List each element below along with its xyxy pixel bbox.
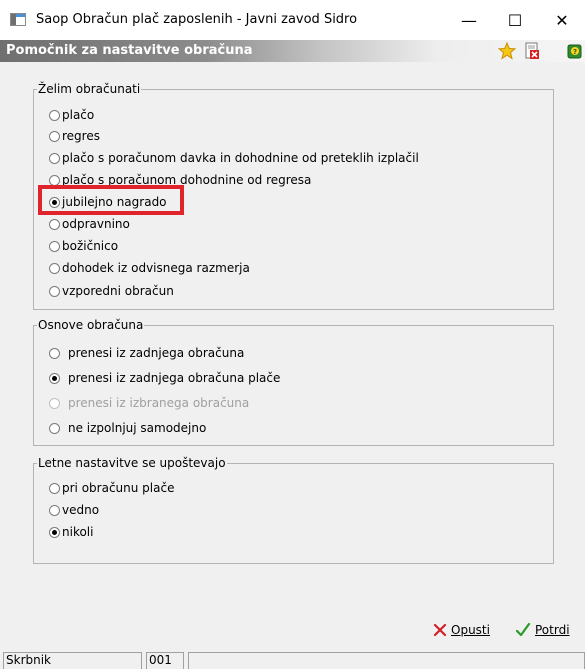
cancel-label: Opusti bbox=[451, 623, 490, 637]
calc-basis-option: prenesi iz izbranega obračuna bbox=[49, 395, 249, 411]
wizard-title: Pomočnik za nastavitve obračuna bbox=[6, 43, 253, 58]
annual-settings-group: Letne nastavitve se upoštevajo bbox=[33, 456, 554, 564]
calc-type-option[interactable]: vzporedni obračun bbox=[49, 283, 174, 299]
status-user: Skrbnik bbox=[3, 652, 142, 669]
radio-unchecked-icon[interactable] bbox=[49, 347, 60, 359]
calc-type-option-label: plačo s poračunom davka in dohodnine od … bbox=[62, 151, 419, 165]
calc-basis-option[interactable]: prenesi iz zadnjega obračuna plače bbox=[49, 370, 280, 386]
calc-basis-option-label: prenesi iz izbranega obračuna bbox=[68, 396, 250, 410]
radio-unchecked-icon[interactable] bbox=[49, 240, 60, 252]
calc-type-option-label: plačo bbox=[62, 108, 95, 122]
calc-type-option[interactable]: plačo s poračunom davka in dohodnine od … bbox=[49, 150, 419, 166]
calc-type-option-label: odpravnino bbox=[62, 217, 130, 231]
radio-unchecked-icon[interactable] bbox=[49, 504, 60, 516]
calc-basis-option[interactable]: prenesi iz zadnjega obračuna bbox=[49, 345, 244, 361]
radio-unchecked-icon[interactable] bbox=[49, 422, 60, 434]
radio-unchecked-icon[interactable] bbox=[49, 152, 60, 164]
close-button[interactable]: ✕ bbox=[539, 0, 585, 40]
radio-unchecked-icon[interactable] bbox=[49, 130, 60, 142]
calc-type-option[interactable]: regres bbox=[49, 128, 100, 144]
calc-basis-option-label: prenesi iz zadnjega obračuna plače bbox=[68, 371, 281, 385]
annual-settings-option[interactable]: pri obračunu plače bbox=[49, 480, 174, 496]
radio-unchecked-icon[interactable] bbox=[49, 109, 60, 121]
radio-unchecked-icon bbox=[49, 397, 60, 409]
radio-unchecked-icon[interactable] bbox=[49, 482, 60, 494]
selection-highlight bbox=[38, 185, 184, 215]
svg-text:?: ? bbox=[573, 48, 577, 56]
cancel-x-icon bbox=[433, 623, 447, 637]
annual-settings-option[interactable]: vedno bbox=[49, 502, 99, 518]
favorite-star-icon[interactable] bbox=[498, 42, 516, 60]
checkmark-icon bbox=[515, 622, 531, 637]
calc-basis-legend: Osnove obračuna bbox=[38, 318, 144, 332]
confirm-label: Potrdi bbox=[535, 623, 570, 637]
calc-type-option-label: dohodek iz odvisnega razmerja bbox=[62, 261, 250, 275]
app-icon bbox=[10, 13, 26, 26]
window-titlebar: Saop Obračun plač zaposlenih - Javni zav… bbox=[0, 0, 585, 40]
radio-unchecked-icon[interactable] bbox=[49, 174, 60, 186]
calc-type-option-label: božičnico bbox=[62, 239, 119, 253]
calc-type-option[interactable]: dohodek iz odvisnega razmerja bbox=[49, 260, 250, 276]
annual-settings-legend: Letne nastavitve se upoštevajo bbox=[38, 456, 226, 470]
calc-basis-option-label: prenesi iz zadnjega obračuna bbox=[68, 346, 245, 360]
radio-checked-icon[interactable] bbox=[49, 372, 60, 384]
calc-type-legend: Želim obračunati bbox=[38, 82, 141, 96]
calc-type-option[interactable]: odpravnino bbox=[49, 216, 130, 232]
annual-settings-option-label: nikoli bbox=[62, 525, 94, 539]
help-book-icon[interactable]: ? bbox=[566, 42, 584, 60]
calc-type-option-label: vzporedni obračun bbox=[62, 284, 174, 298]
status-message bbox=[188, 652, 585, 669]
calc-type-option[interactable]: božičnico bbox=[49, 238, 118, 254]
annual-settings-option-label: vedno bbox=[62, 503, 100, 517]
calc-basis-option-label: ne izpolnjuj samodejno bbox=[68, 421, 207, 435]
calc-type-option-label: regres bbox=[62, 129, 100, 143]
close-document-icon[interactable] bbox=[523, 42, 541, 60]
minimize-button[interactable]: — bbox=[446, 0, 492, 40]
status-code: 001 bbox=[146, 652, 184, 669]
radio-checked-icon[interactable] bbox=[49, 526, 60, 538]
radio-unchecked-icon[interactable] bbox=[49, 285, 60, 297]
annual-settings-option[interactable]: nikoli bbox=[49, 524, 93, 540]
wizard-header: Pomočnik za nastavitve obračuna ? bbox=[0, 40, 585, 62]
calc-basis-option[interactable]: ne izpolnjuj samodejno bbox=[49, 420, 206, 436]
window-title: Saop Obračun plač zaposlenih - Javni zav… bbox=[36, 12, 358, 27]
radio-unchecked-icon[interactable] bbox=[49, 262, 60, 274]
cancel-button[interactable]: Opusti bbox=[433, 620, 490, 640]
confirm-button[interactable]: Potrdi bbox=[515, 620, 570, 640]
calc-type-option[interactable]: plačo bbox=[49, 107, 94, 123]
annual-settings-option-label: pri obračunu plače bbox=[62, 481, 175, 495]
radio-unchecked-icon[interactable] bbox=[49, 218, 60, 230]
maximize-button[interactable]: ☐ bbox=[492, 0, 538, 40]
